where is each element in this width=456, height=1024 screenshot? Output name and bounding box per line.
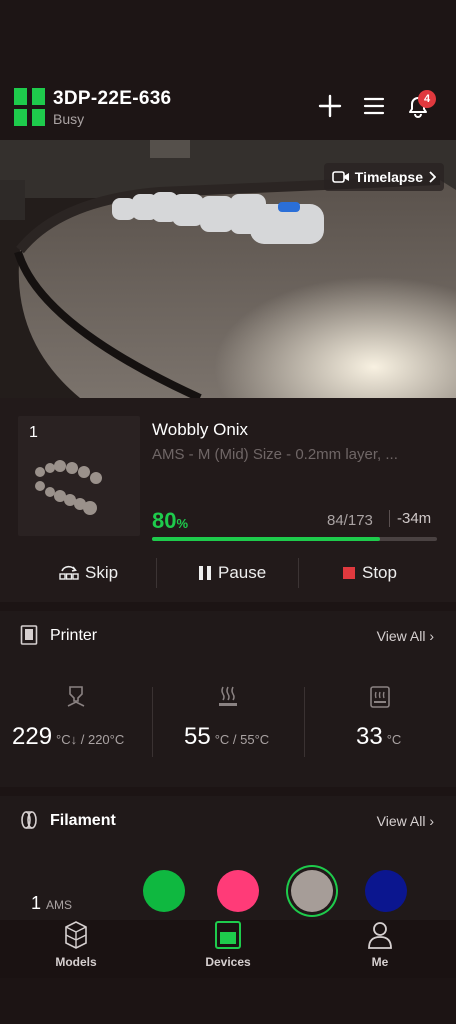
camera-view[interactable]: Timelapse xyxy=(0,140,456,398)
filament-view-all-link[interactable]: View All › xyxy=(377,813,434,829)
view-all-label: View All xyxy=(376,628,426,644)
model-thumbnail[interactable]: 1 xyxy=(18,416,140,536)
layer-count: 84/173 xyxy=(327,512,373,529)
add-icon[interactable] xyxy=(316,92,344,120)
divider xyxy=(156,558,157,588)
chamber-temperature[interactable]: 33 °C xyxy=(356,723,401,751)
nozzle-icon xyxy=(67,686,85,707)
progress-value: 80 xyxy=(152,508,177,533)
notification-badge: 4 xyxy=(418,90,436,108)
filament-spool-icon xyxy=(21,811,37,829)
profile-icon xyxy=(368,922,392,949)
stop-button[interactable]: Stop xyxy=(342,558,397,588)
chamber-temp-value: 33 xyxy=(356,723,383,750)
heatbed-icon xyxy=(219,686,237,706)
progress-unit: % xyxy=(176,516,189,531)
stop-icon xyxy=(343,567,355,579)
nav-me-label: Me xyxy=(371,955,389,969)
bed-temp-icon-wrap xyxy=(152,685,304,714)
nav-devices[interactable]: Devices xyxy=(178,920,278,969)
nozzle-temperature[interactable]: 229 °C↓ / 220°C xyxy=(12,723,124,751)
bed-temperature[interactable]: 55 °C / 55°C xyxy=(184,723,269,751)
nozzle-temp-detail: °C↓ / 220°C xyxy=(56,732,125,747)
chamber-icon xyxy=(370,686,390,708)
printer-section: Printer View All › 229 °C↓ / 220°C 55 °C /… xyxy=(0,611,456,787)
models-cube-icon xyxy=(65,921,87,949)
filament-slot-4[interactable] xyxy=(365,870,407,912)
ams-count-value: 1 xyxy=(31,893,42,913)
progress-percent: 80% xyxy=(152,508,188,534)
progress-bar xyxy=(152,537,437,541)
video-camera-icon xyxy=(331,171,349,183)
nozzle-temp-value: 229 xyxy=(12,723,53,750)
remaining-time: -34m xyxy=(389,510,431,527)
divider xyxy=(298,558,299,588)
plate-number: 1 xyxy=(29,424,38,441)
device-name[interactable]: 3DP-22E-636 xyxy=(53,88,171,110)
printer-title: Printer xyxy=(50,627,98,644)
bed-temp-value: 55 xyxy=(184,723,211,750)
filament-slot-1[interactable] xyxy=(143,870,185,912)
devices-printer-icon xyxy=(215,921,241,949)
ams-count: 1 AMS xyxy=(31,893,72,914)
skip-button[interactable]: Skip xyxy=(59,558,118,588)
menu-icon[interactable] xyxy=(360,92,388,120)
brand-logo-icon xyxy=(14,88,45,126)
timelapse-button[interactable]: Timelapse xyxy=(323,163,444,191)
timelapse-label: Timelapse xyxy=(354,169,423,185)
filament-title: Filament xyxy=(50,812,116,829)
chevron-right-icon: › xyxy=(429,813,434,829)
filament-slot-3[interactable] xyxy=(291,870,333,912)
app-header: 3DP-22E-636 Busy 4 xyxy=(0,0,456,140)
system-area xyxy=(0,978,456,1024)
nav-devices-label: Devices xyxy=(205,955,251,969)
filament-section: Filament View All › 1 AMS xyxy=(0,796,456,920)
print-job-card: 1 Wobbly Onix AMS - M (Mid) Size - 0.2mm… xyxy=(0,398,456,602)
filament-slot-2[interactable] xyxy=(217,870,259,912)
chamber-temp-icon-wrap xyxy=(304,685,456,714)
chamber-temp-detail: °C xyxy=(386,732,402,747)
chevron-right-icon: › xyxy=(429,628,434,644)
view-all-label: View All xyxy=(376,813,426,829)
pause-label: Pause xyxy=(218,563,267,582)
nozzle-temp-icon-wrap xyxy=(0,685,152,714)
progress-bar-fill xyxy=(152,537,380,541)
device-status: Busy xyxy=(53,111,85,127)
bed-temp-detail: °C / 55°C xyxy=(214,732,270,747)
stop-label: Stop xyxy=(362,563,397,582)
skip-label: Skip xyxy=(85,563,119,582)
printer-view-all-link[interactable]: View All › xyxy=(377,628,434,644)
job-subtitle: AMS - M (Mid) Size - 0.2mm layer, ... xyxy=(152,446,398,463)
printer-icon xyxy=(20,625,38,645)
ams-unit: AMS xyxy=(46,898,73,912)
chevron-right-icon xyxy=(429,171,436,183)
nav-me[interactable]: Me xyxy=(330,920,430,969)
bottom-navigation: Models Devices Me xyxy=(0,920,456,978)
pause-icon xyxy=(199,566,211,580)
nav-models[interactable]: Models xyxy=(26,920,126,969)
skip-objects-icon xyxy=(59,565,79,580)
nav-models-label: Models xyxy=(55,955,97,969)
pause-button[interactable]: Pause xyxy=(198,558,266,588)
job-title: Wobbly Onix xyxy=(152,420,249,439)
